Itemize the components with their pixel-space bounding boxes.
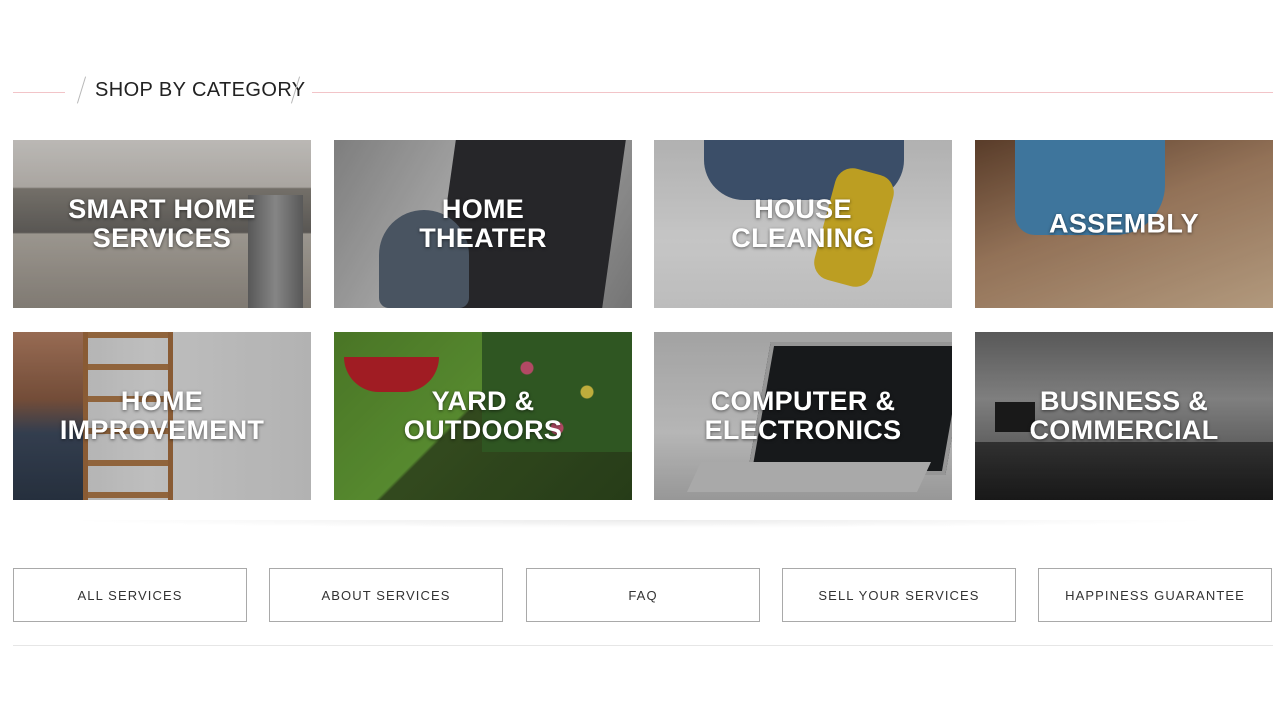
category-tile-home-theater[interactable]: HOME THEATER bbox=[334, 140, 632, 308]
header-rule-right bbox=[312, 92, 1273, 93]
section-title: SHOP BY CATEGORY bbox=[95, 79, 306, 101]
section-divider-shadow bbox=[60, 520, 1220, 528]
category-tile-home-improvement[interactable]: HOME IMPROVEMENT bbox=[13, 332, 311, 500]
category-label: COMPUTER & ELECTRONICS bbox=[704, 386, 902, 445]
bottom-divider bbox=[13, 645, 1273, 646]
category-tile-yard-outdoors[interactable]: YARD & OUTDOORS bbox=[334, 332, 632, 500]
category-label: HOME IMPROVEMENT bbox=[59, 386, 265, 445]
category-tile-house-cleaning[interactable]: HOUSE CLEANING bbox=[654, 140, 952, 308]
category-tile-computer-electronics[interactable]: COMPUTER & ELECTRONICS bbox=[654, 332, 952, 500]
sell-your-services-button[interactable]: SELL YOUR SERVICES bbox=[782, 568, 1016, 622]
services-nav: ALL SERVICES ABOUT SERVICES FAQ SELL YOU… bbox=[13, 568, 1273, 622]
happiness-guarantee-button[interactable]: HAPPINESS GUARANTEE bbox=[1038, 568, 1272, 622]
section-header: SHOP BY CATEGORY bbox=[13, 72, 1273, 110]
category-label: HOME THEATER bbox=[419, 194, 547, 253]
faq-button[interactable]: FAQ bbox=[526, 568, 760, 622]
category-tile-smart-home-services[interactable]: SMART HOME SERVICES bbox=[13, 140, 311, 308]
category-label: ASSEMBLY bbox=[1049, 208, 1199, 239]
header-slash-left bbox=[76, 76, 87, 104]
category-label: SMART HOME SERVICES bbox=[68, 194, 256, 253]
category-label: YARD & OUTDOORS bbox=[403, 386, 563, 445]
category-label: HOUSE CLEANING bbox=[731, 194, 875, 253]
header-rule-left bbox=[13, 92, 65, 93]
category-tile-business-commercial[interactable]: BUSINESS & COMMERCIAL bbox=[975, 332, 1273, 500]
all-services-button[interactable]: ALL SERVICES bbox=[13, 568, 247, 622]
category-label: BUSINESS & COMMERCIAL bbox=[1029, 386, 1219, 445]
about-services-button[interactable]: ABOUT SERVICES bbox=[269, 568, 503, 622]
category-tile-assembly[interactable]: ASSEMBLY bbox=[975, 140, 1273, 308]
